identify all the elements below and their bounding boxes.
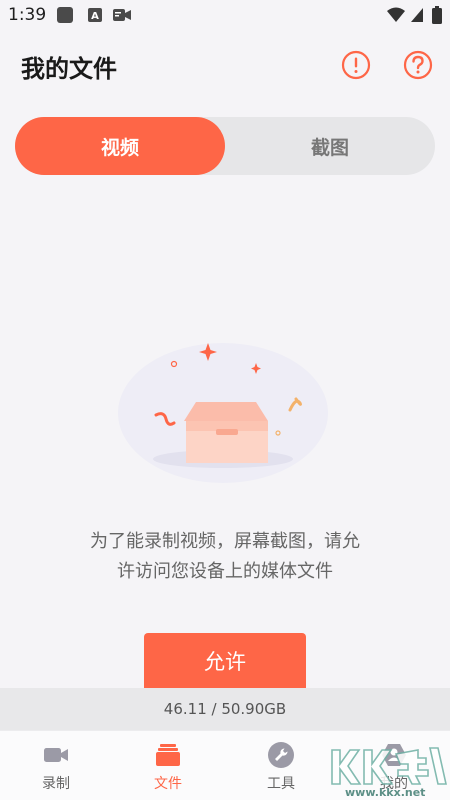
page-title: 我的文件 <box>21 55 117 83</box>
media-type-switch: 视频 截图 <box>15 117 435 175</box>
permission-message-line1: 为了能录制视频，屏幕截图，请允 <box>90 531 360 552</box>
nav-item-files[interactable]: 文件 <box>112 731 224 800</box>
wrench-icon <box>268 742 294 768</box>
app-a-icon: A <box>88 8 102 22</box>
nav-label-files: 文件 <box>154 776 182 792</box>
screen-record-icon <box>113 9 131 21</box>
tab-video[interactable]: 视频 <box>15 117 225 175</box>
signal-icon <box>411 8 423 22</box>
help-button[interactable] <box>403 50 433 80</box>
folder-icon <box>156 744 180 766</box>
permission-message-line2: 许访问您设备上的媒体文件 <box>117 561 333 582</box>
nav-label-record: 录制 <box>42 776 70 792</box>
battery-icon <box>432 6 442 24</box>
nav-label-tools: 工具 <box>267 776 295 792</box>
video-camera-icon <box>44 748 68 762</box>
tab-screenshot[interactable]: 截图 <box>225 117 435 175</box>
nav-item-tools[interactable]: 工具 <box>225 731 337 800</box>
status-bar: 1:39 A <box>0 0 450 32</box>
svg-text:A: A <box>91 11 99 22</box>
allow-button[interactable]: 允许 <box>144 633 306 695</box>
permission-message: 为了能录制视频，屏幕截图，请允 许访问您设备上的媒体文件 <box>40 527 410 587</box>
status-time: 1:39 <box>8 5 47 25</box>
watermark-url: www.kkx.net <box>345 786 426 799</box>
empty-box-illustration <box>118 343 328 483</box>
storage-usage: 46.11 / 50.90GB <box>0 688 450 730</box>
nav-item-record[interactable]: 录制 <box>0 731 112 800</box>
profile-icon <box>382 744 406 766</box>
info-button[interactable] <box>341 50 371 80</box>
notification-square-icon <box>57 7 73 23</box>
wifi-icon <box>387 7 405 22</box>
